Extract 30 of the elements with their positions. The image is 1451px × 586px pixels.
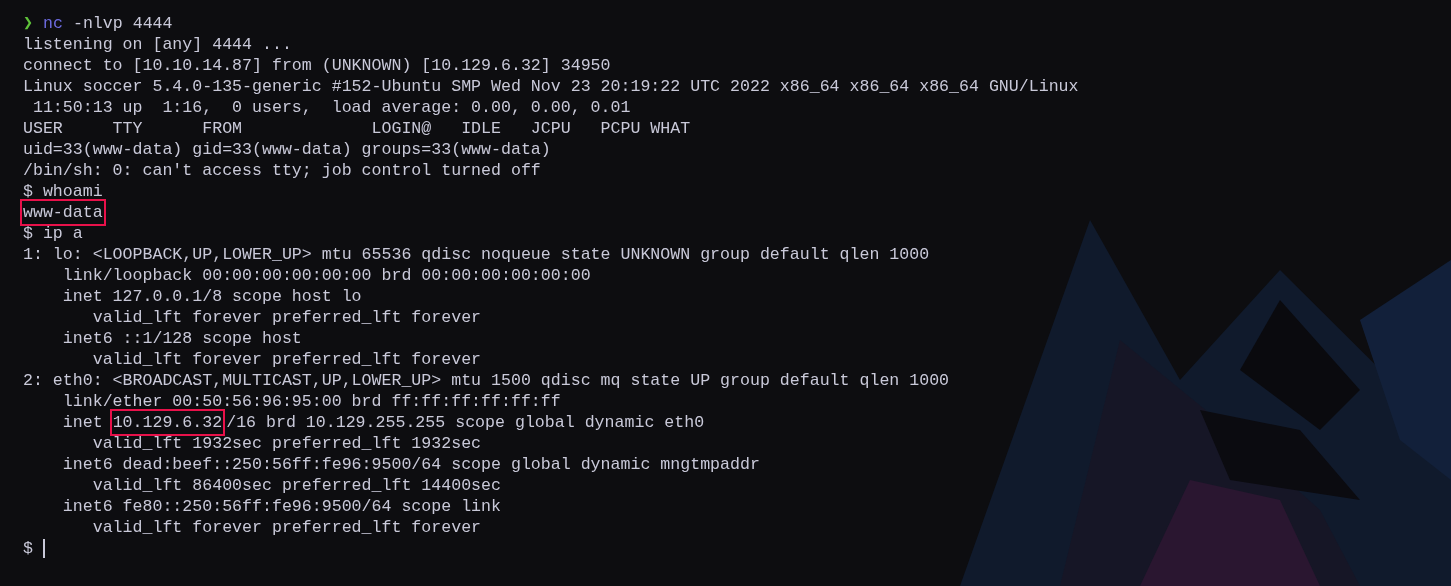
output-text: 1: lo: <LOOPBACK,UP,LOWER_UP> mtu 65536 qdisc noqueue state UNKNOWN group default qlen 1000 xyxy=(23,244,930,265)
output-text: link/loopback 00:00:00:00:00:00 brd 00:00:00:00:00:00 xyxy=(61,265,591,286)
output-text: valid_lft 1932sec preferred_lft 1932sec xyxy=(91,433,482,454)
output-text: uid=33(www-data) gid=33(www-data) groups=33(www-data) xyxy=(23,139,551,160)
output-text: valid_lft forever preferred_lft forever xyxy=(91,349,482,370)
output-text: connect to [10.10.14.87] from (UNKNOWN) [10.129.6.32] 34950 xyxy=(23,55,611,76)
output-text: inet6 ::1/128 scope host xyxy=(61,328,302,349)
prompt-symbol: ❯ xyxy=(23,13,33,34)
output-text: valid_lft forever preferred_lft forever xyxy=(91,307,482,328)
highlighted-text: 10.129.6.32 xyxy=(112,412,223,433)
output-text: inet6 dead:beef::250:56ff:fe96:9500/64 scope global dynamic mngtmpaddr xyxy=(61,454,760,475)
output-text: USER TTY FROM LOGIN@ IDLE JCPU PCPU WHAT xyxy=(23,118,691,139)
output-text: inet6 fe80::250:56ff:fe96:9500/64 scope link xyxy=(61,496,501,517)
output-text: 11:50:13 up 1:16, 0 users, load average: 0.00, 0.00, 0.01 xyxy=(31,97,631,118)
output-text: listening on [any] 4444 ... xyxy=(23,34,292,55)
output-text: /16 brd 10.129.255.255 scope global dynamic eth0 xyxy=(226,412,705,433)
output-text: link/ether 00:50:56:96:95:00 brd ff:ff:ff:ff:ff:ff xyxy=(61,391,561,412)
output-text: inet 127.0.0.1/8 scope host lo xyxy=(61,286,362,307)
command-name: nc xyxy=(43,13,63,34)
output-text: /bin/sh: 0: can't access tty; job control turned off xyxy=(23,160,541,181)
output-text: inet xyxy=(61,412,104,433)
output-text: $ ip a xyxy=(23,223,83,244)
output-text: $ whoami xyxy=(23,181,103,202)
output-text: 2: eth0: <BROADCAST,MULTICAST,UP,LOWER_UP> mtu 1500 qdisc mq state UP group default qlen 1000 xyxy=(23,370,950,391)
output-text: -nlvp 4444 xyxy=(72,13,173,34)
output-text: valid_lft 86400sec preferred_lft 14400sec xyxy=(91,475,501,496)
output-text: valid_lft forever preferred_lft forever xyxy=(91,517,482,538)
output-text: $ xyxy=(23,538,33,559)
output-text: Linux soccer 5.4.0-135-generic #152-Ubuntu SMP Wed Nov 23 20:19:22 UTC 2022 x86_64 x86_64 x86_64 GNU/Linux xyxy=(23,76,1079,97)
highlighted-text: www-data xyxy=(23,202,103,223)
